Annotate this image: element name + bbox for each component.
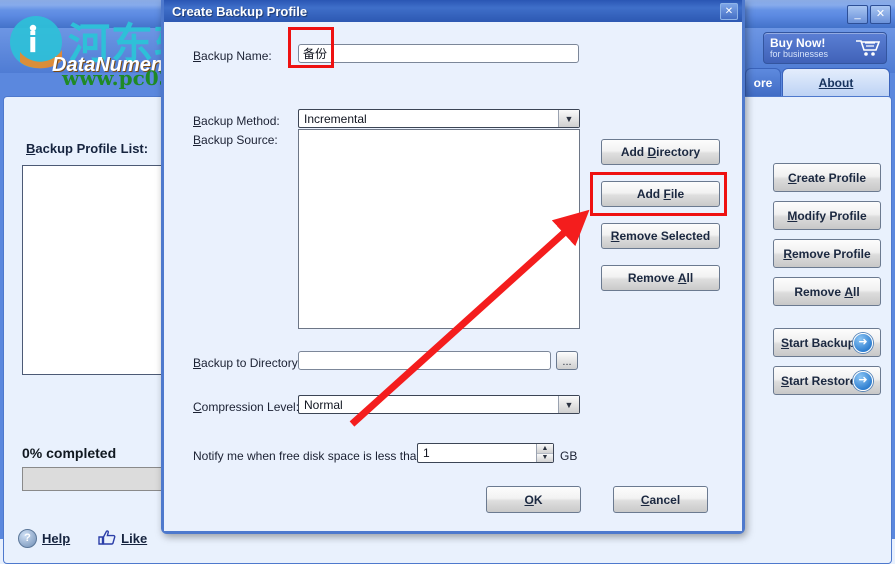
dialog-close-icon[interactable]: ✕ [720,3,738,20]
profile-label-rest: ackup Profile List: [35,141,149,156]
add-directory-label: irectory [656,145,701,159]
remove-all-accesskey: A [844,284,854,299]
create-profile-button[interactable]: Create Profile [773,163,881,192]
buy-now-button[interactable]: Buy Now! for businesses [763,32,887,64]
modify-profile-accesskey: M [787,208,798,223]
notify-disk-space-stepper[interactable]: 1 ▲ ▼ [417,443,554,463]
button-group-spacer [773,315,881,328]
compression-label-rest: ompression Level: [201,400,300,414]
buy-now-line2: for businesses [770,48,829,59]
tab-about[interactable]: About [782,68,890,97]
dialog-body: Backup Name: 备份 Backup Method: Increment… [164,22,742,531]
compression-level-value: Normal [304,397,343,412]
stepper-buttons[interactable]: ▲ ▼ [536,444,553,462]
backup-to-dir-accesskey: B [193,356,202,370]
close-icon[interactable]: ✕ [870,5,891,24]
start-backup-accesskey: S [781,335,790,350]
cancel-label: ancel [649,492,681,507]
remove-selected-button[interactable]: Remove Selected [601,223,720,249]
minimize-icon[interactable]: _ [847,5,868,24]
ok-button[interactable]: OK [486,486,581,513]
add-file-label: ile [670,187,685,201]
remove-profile-label: emove Profile [791,246,871,261]
backup-method-value: Incremental [304,111,367,126]
backup-name-label-rest: ackup Name: [201,49,272,63]
buy-now-text: Buy Now! for businesses [770,37,854,59]
progress-text: 0% completed [22,445,117,461]
notify-disk-space-label: Notify me when free disk space is less t… [193,449,427,463]
blue-arrow-right-icon: ➜ [853,332,873,353]
shopping-cart-icon [854,38,881,58]
backup-method-label: Backup Method: [193,114,280,128]
accesskey-underline: B [26,141,36,156]
browse-directory-button[interactable]: ... [556,351,578,370]
ok-label: K [533,492,543,507]
remove-profile-button[interactable]: Remove Profile [773,239,881,268]
tab-about-label: About [818,76,854,90]
start-backup-button[interactable]: Start Backup ➜ [773,328,881,357]
tab-restore-label: ore [753,76,773,90]
remove-all-dlg-accesskey: A [677,271,687,285]
create-profile-label: reate Profile [796,170,867,185]
backup-to-directory-input[interactable] [298,351,551,370]
backup-source-label-rest: ackup Source: [201,133,278,147]
stepper-up-icon[interactable]: ▲ [537,444,553,454]
remove-selected-accesskey: R [610,229,620,243]
backup-profile-listbox[interactable] [22,165,172,375]
backup-source-label: Backup Source: [193,133,278,147]
add-file-pre: Add [636,187,664,201]
backup-to-dir-label-rest: ackup to Directory: [201,356,302,370]
tab-restore[interactable]: ore [745,68,781,97]
window-controls: _ ✕ [847,5,891,24]
backup-source-listbox[interactable] [298,129,580,329]
backup-name-accesskey: B [193,49,202,63]
add-directory-button[interactable]: Add Directory [601,139,720,165]
compression-level-label: Compression Level: [193,400,299,414]
notify-disk-space-value: 1 [423,446,430,460]
add-directory-accesskey: D [647,145,657,159]
compression-level-combobox[interactable]: Normal ▼ [298,395,580,414]
start-restore-accesskey: S [781,373,790,388]
remove-all-pre: Remove [794,284,845,299]
add-file-accesskey: F [663,187,671,201]
progress-bar [22,467,172,491]
backup-method-label-rest: ackup Method: [201,114,280,128]
compression-accesskey: C [193,400,202,414]
start-restore-button[interactable]: Start Restore ➜ [773,366,881,395]
stepper-down-icon[interactable]: ▼ [537,453,553,462]
backup-method-combobox[interactable]: Incremental ▼ [298,109,580,128]
remove-all-dlg-label: ll [686,271,694,285]
create-profile-accesskey: C [787,170,797,185]
blue-arrow-right-icon: ➜ [853,370,873,391]
remove-all-dlg-pre: Remove [627,271,678,285]
chevron-down-icon[interactable]: ▼ [558,396,579,413]
remove-all-button[interactable]: Remove All [773,277,881,306]
remove-all-label: ll [853,284,860,299]
add-file-button[interactable]: Add File [601,181,720,207]
backup-to-directory-label: Backup to Directory: [193,356,301,370]
add-directory-pre: Add [620,145,648,159]
remove-selected-label: emove Selected [619,229,711,243]
backup-method-accesskey: B [193,114,202,128]
dialog-title: Create Backup Profile [172,3,308,19]
create-backup-profile-dialog: Create Backup Profile ✕ Backup Name: 备份 … [161,0,745,534]
ok-accesskey: O [524,492,534,507]
backup-source-accesskey: B [193,133,202,147]
remove-profile-accesskey: R [783,246,792,261]
start-backup-label: tart Backup [789,335,856,350]
start-restore-label: tart Restore [789,373,857,388]
cancel-button[interactable]: Cancel [613,486,708,513]
cancel-accesskey: C [640,492,650,507]
dialog-titlebar: Create Backup Profile ✕ [164,0,742,22]
backup-name-input[interactable]: 备份 [298,44,579,63]
backup-profile-list-label: Backup Profile List: [26,141,148,156]
buy-now-line1: Buy Now! [770,35,826,50]
backup-name-label: Backup Name: [193,49,272,63]
notify-disk-space-unit: GB [560,449,578,463]
modify-profile-label: odify Profile [797,208,867,223]
main-action-buttons: Create Profile Modify Profile Remove Pro… [773,163,881,404]
modify-profile-button[interactable]: Modify Profile [773,201,881,230]
chevron-down-icon[interactable]: ▼ [558,110,579,127]
remove-all-button-dialog[interactable]: Remove All [601,265,720,291]
